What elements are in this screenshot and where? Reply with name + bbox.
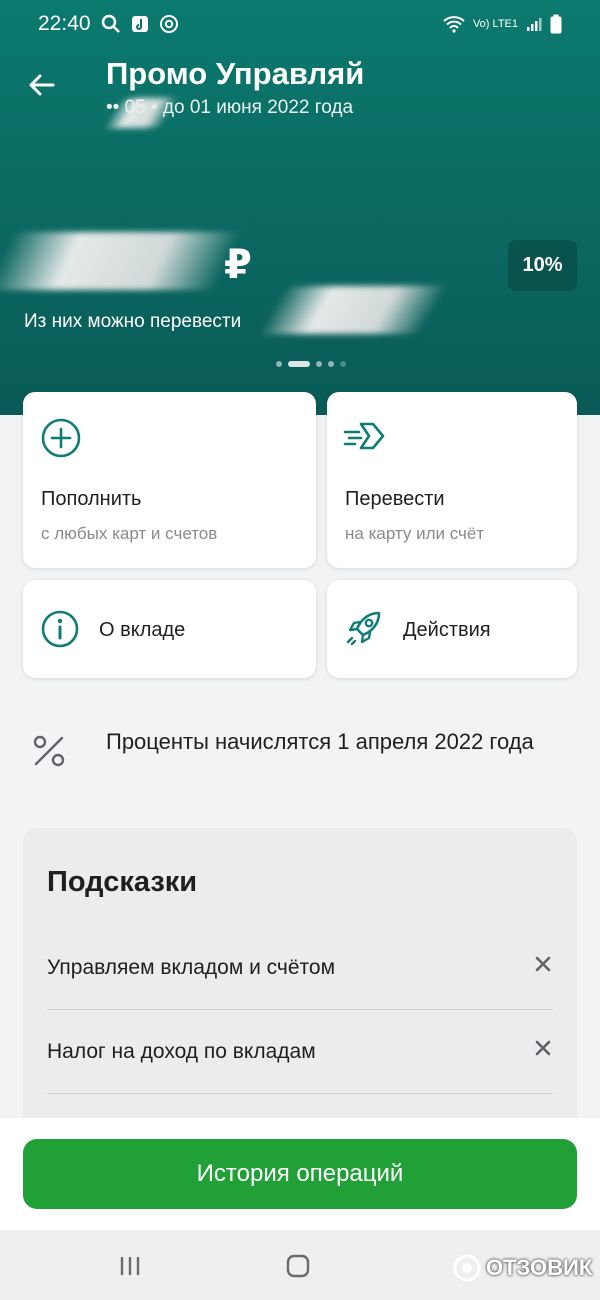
network-label: Vo) LTE1 — [472, 18, 518, 30]
transfer-title: Перевести — [345, 488, 445, 510]
actions-card[interactable]: Действия — [327, 580, 577, 678]
redacted-balance — [0, 232, 242, 290]
transfer-available-label: Из них можно перевести — [24, 311, 242, 332]
watermark-text: ОТЗОВИК — [486, 1255, 593, 1280]
redacted-transfer-amount — [258, 286, 448, 334]
transfer-card[interactable]: Перевести на карту или счёт — [327, 392, 577, 568]
hints-title: Подсказки — [47, 866, 198, 898]
actions-title: Действия — [403, 619, 491, 641]
signal-icon — [527, 18, 542, 31]
system-navigation-bar: ОТЗОВИК — [0, 1230, 600, 1300]
status-time: 22:40 — [38, 12, 91, 35]
hint-label: Налог на доход по вкладам — [47, 1040, 316, 1063]
hint-label: Управляем вкладом и счётом — [47, 956, 336, 979]
topup-card[interactable]: Пополнить с любых карт и счетов — [23, 392, 316, 568]
battery-icon — [550, 14, 562, 34]
music-app-icon — [131, 16, 148, 32]
hint-item[interactable]: Налог на доход по вкладам — [47, 1010, 553, 1094]
home-icon[interactable] — [286, 1254, 310, 1278]
hints-panel: Подсказки Управляем вкладом и счётом Нал… — [23, 828, 577, 1148]
carousel-dot-active — [288, 361, 310, 367]
currency-sign: ₽ — [224, 243, 252, 287]
carousel-dot — [276, 361, 282, 367]
transfer-subtitle: на карту или счёт — [345, 524, 485, 543]
carousel-dot — [340, 361, 346, 367]
operations-history-button[interactable]: История операций — [23, 1139, 577, 1209]
watermark: ОТЗОВИК — [452, 1253, 592, 1283]
wifi-icon — [443, 16, 465, 33]
hint-item[interactable]: Управляем вкладом и счётом — [47, 926, 553, 1010]
page-title: Промо Управляй — [106, 56, 365, 91]
watermark-logo-icon — [453, 1254, 481, 1282]
search-icon — [101, 14, 120, 33]
topup-subtitle: с любых карт и счетов — [41, 524, 218, 543]
interest-rate-badge: 10% — [508, 240, 577, 291]
carousel-dot — [316, 361, 322, 367]
recent-apps-icon[interactable] — [118, 1254, 142, 1278]
rocket-icon — [346, 611, 381, 646]
hero-banner: 22:40 Vo) LTE1 Промо Управляй •• 05 • до… — [0, 0, 600, 415]
about-deposit-card[interactable]: О вкладе — [23, 580, 316, 678]
carousel-indicator — [276, 361, 346, 367]
close-icon[interactable] — [533, 954, 553, 974]
close-icon[interactable] — [533, 1038, 553, 1058]
info-icon — [41, 610, 79, 648]
topup-title: Пополнить — [41, 488, 142, 510]
plus-circle-icon — [41, 418, 81, 458]
back-arrow-icon[interactable] — [26, 70, 56, 100]
send-arrow-icon — [343, 422, 385, 450]
carousel-dot — [328, 361, 334, 367]
status-bar: 22:40 Vo) LTE1 — [0, 0, 600, 48]
about-deposit-title: О вкладе — [99, 619, 186, 641]
at-icon — [159, 15, 178, 33]
interest-accrual-info: Проценты начислятся 1 апреля 2022 года — [106, 729, 534, 754]
percent-icon — [33, 735, 65, 767]
